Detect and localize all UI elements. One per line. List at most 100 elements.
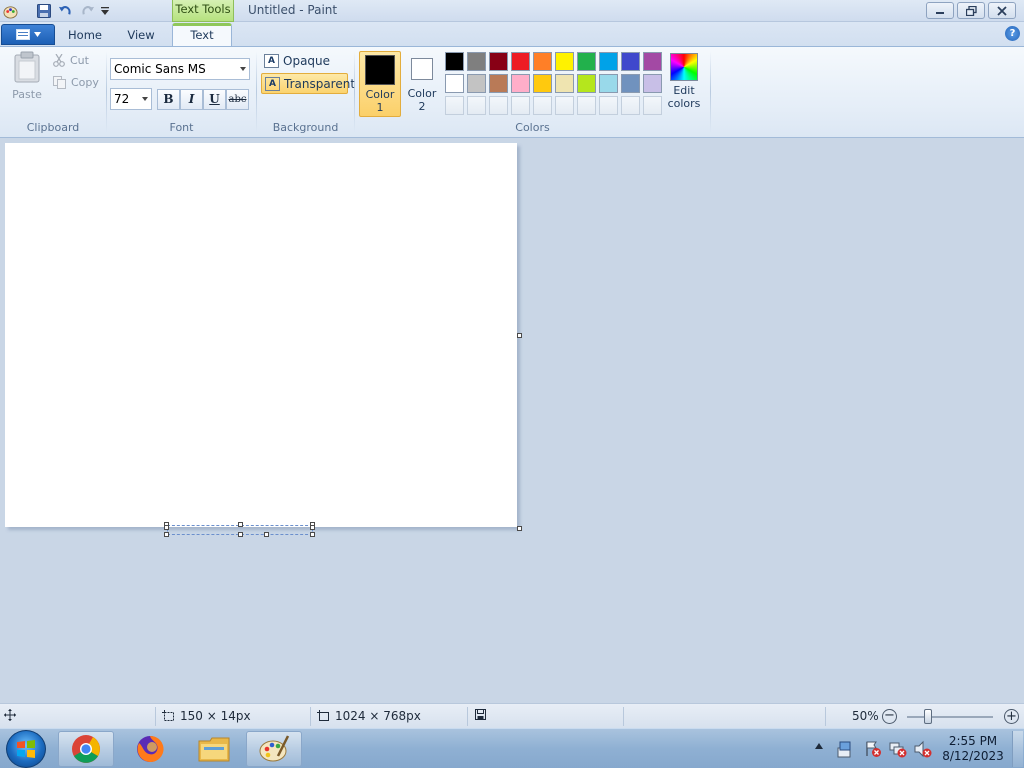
palette-swatch[interactable] xyxy=(533,52,552,71)
custom-color-slot[interactable] xyxy=(489,96,508,115)
tray-action-center-icon[interactable] xyxy=(864,740,882,761)
file-size xyxy=(475,709,486,720)
custom-color-slot[interactable] xyxy=(555,96,574,115)
palette-swatch[interactable] xyxy=(599,52,618,71)
zoom-slider-thumb[interactable] xyxy=(924,709,932,724)
taskbar-chrome[interactable] xyxy=(58,731,114,767)
text-selection-box[interactable] xyxy=(164,522,315,537)
resize-handle[interactable] xyxy=(264,532,269,537)
taskbar-clock[interactable]: 2:55 PM 8/12/2023 xyxy=(940,734,1006,764)
customize-qat-icon[interactable] xyxy=(97,3,113,19)
resize-handle[interactable] xyxy=(164,525,169,530)
custom-color-slot[interactable] xyxy=(511,96,530,115)
canvas-resize-handle-corner[interactable] xyxy=(517,526,522,531)
status-divider xyxy=(467,707,468,726)
transparent-button[interactable]: A Transparent xyxy=(261,73,355,94)
clock-time: 2:55 PM xyxy=(948,734,998,748)
paste-button[interactable]: Paste xyxy=(8,51,46,107)
help-icon[interactable]: ? xyxy=(1005,26,1020,41)
zoom-out-button[interactable]: − xyxy=(882,709,897,724)
palette-swatch[interactable] xyxy=(533,74,552,93)
save-icon[interactable] xyxy=(36,3,52,19)
palette-swatch[interactable] xyxy=(643,74,662,93)
taskbar-file-explorer[interactable] xyxy=(186,731,242,767)
custom-color-slot[interactable] xyxy=(445,96,464,115)
palette-swatch[interactable] xyxy=(643,52,662,71)
color2-label: Color 2 xyxy=(407,87,437,113)
palette-swatch[interactable] xyxy=(577,74,596,93)
font-size-dropdown[interactable]: 72 xyxy=(110,88,152,110)
zoom-in-button[interactable]: + xyxy=(1004,709,1019,724)
custom-color-slot[interactable] xyxy=(577,96,596,115)
resize-handle[interactable] xyxy=(164,532,169,537)
palette-swatch[interactable] xyxy=(445,74,464,93)
palette-swatch[interactable] xyxy=(445,52,464,71)
restore-button[interactable] xyxy=(957,2,985,19)
cut-button[interactable]: Cut xyxy=(53,54,89,67)
canvas-resize-handle-right[interactable] xyxy=(517,333,522,338)
clipboard-group: Paste Cut Copy Clipboard xyxy=(0,47,106,137)
taskbar-paint[interactable] xyxy=(246,731,302,767)
selection-size-icon xyxy=(162,710,174,721)
palette-swatch[interactable] xyxy=(467,74,486,93)
color1-button[interactable]: Color 1 xyxy=(359,51,401,117)
strikethrough-button[interactable]: abc xyxy=(226,89,249,110)
resize-handle[interactable] xyxy=(310,525,315,530)
tray-network-settings-icon[interactable] xyxy=(836,740,854,761)
zoom-slider-track[interactable] xyxy=(907,716,993,718)
opaque-button[interactable]: A Opaque xyxy=(261,51,347,72)
chevron-down-icon xyxy=(142,97,148,101)
edit-colors-button[interactable]: Edit colors xyxy=(667,53,701,110)
resize-handle[interactable] xyxy=(310,532,315,537)
custom-color-slot[interactable] xyxy=(599,96,618,115)
palette-swatch[interactable] xyxy=(489,74,508,93)
underline-button[interactable]: U xyxy=(203,89,226,110)
taskbar: 2:55 PM 8/12/2023 xyxy=(0,728,1024,768)
palette-swatch[interactable] xyxy=(577,52,596,71)
restore-icon xyxy=(965,5,977,16)
paint-app-icon[interactable] xyxy=(2,3,18,19)
italic-button[interactable]: I xyxy=(180,89,203,110)
background-group-label: Background xyxy=(272,121,339,134)
copy-button[interactable]: Copy xyxy=(53,76,99,89)
minimize-button[interactable] xyxy=(926,2,954,19)
palette-swatch[interactable] xyxy=(621,74,640,93)
tab-text[interactable]: Text xyxy=(172,23,232,47)
custom-color-slot[interactable] xyxy=(467,96,486,115)
opaque-label: Opaque xyxy=(283,54,331,68)
palette-swatch[interactable] xyxy=(621,52,640,71)
tab-view[interactable]: View xyxy=(116,26,166,46)
close-icon xyxy=(997,5,1007,16)
show-hidden-icons-icon[interactable] xyxy=(815,743,823,749)
chevron-down-icon xyxy=(240,67,246,71)
undo-icon[interactable] xyxy=(57,3,73,19)
palette-swatch[interactable] xyxy=(555,52,574,71)
custom-color-slot[interactable] xyxy=(643,96,662,115)
start-button[interactable] xyxy=(6,730,46,768)
palette-swatch[interactable] xyxy=(555,74,574,93)
paint-menu-button[interactable] xyxy=(1,24,55,45)
redo-icon[interactable] xyxy=(79,3,95,19)
palette-swatch[interactable] xyxy=(467,52,486,71)
taskbar-firefox[interactable] xyxy=(122,731,178,767)
drawing-canvas[interactable] xyxy=(5,143,517,537)
bold-button[interactable]: B xyxy=(157,89,180,110)
palette-swatch[interactable] xyxy=(599,74,618,93)
font-family-dropdown[interactable]: Comic Sans MS xyxy=(110,58,250,80)
palette-swatch[interactable] xyxy=(489,52,508,71)
tray-network-disconnected-icon[interactable] xyxy=(889,740,907,761)
custom-color-slot[interactable] xyxy=(621,96,640,115)
disk-icon xyxy=(475,709,486,720)
tab-home[interactable]: Home xyxy=(60,26,110,46)
tray-volume-muted-icon[interactable] xyxy=(914,740,932,761)
palette-swatch[interactable] xyxy=(511,74,530,93)
close-button[interactable] xyxy=(988,2,1016,19)
resize-handle[interactable] xyxy=(238,532,243,537)
custom-color-slot[interactable] xyxy=(533,96,552,115)
show-desktop-button[interactable] xyxy=(1012,731,1023,767)
resize-handle[interactable] xyxy=(238,522,243,527)
chrome-icon xyxy=(72,735,100,763)
palette-swatch[interactable] xyxy=(511,52,530,71)
status-divider xyxy=(155,707,156,726)
color2-button[interactable]: Color 2 xyxy=(405,51,439,117)
